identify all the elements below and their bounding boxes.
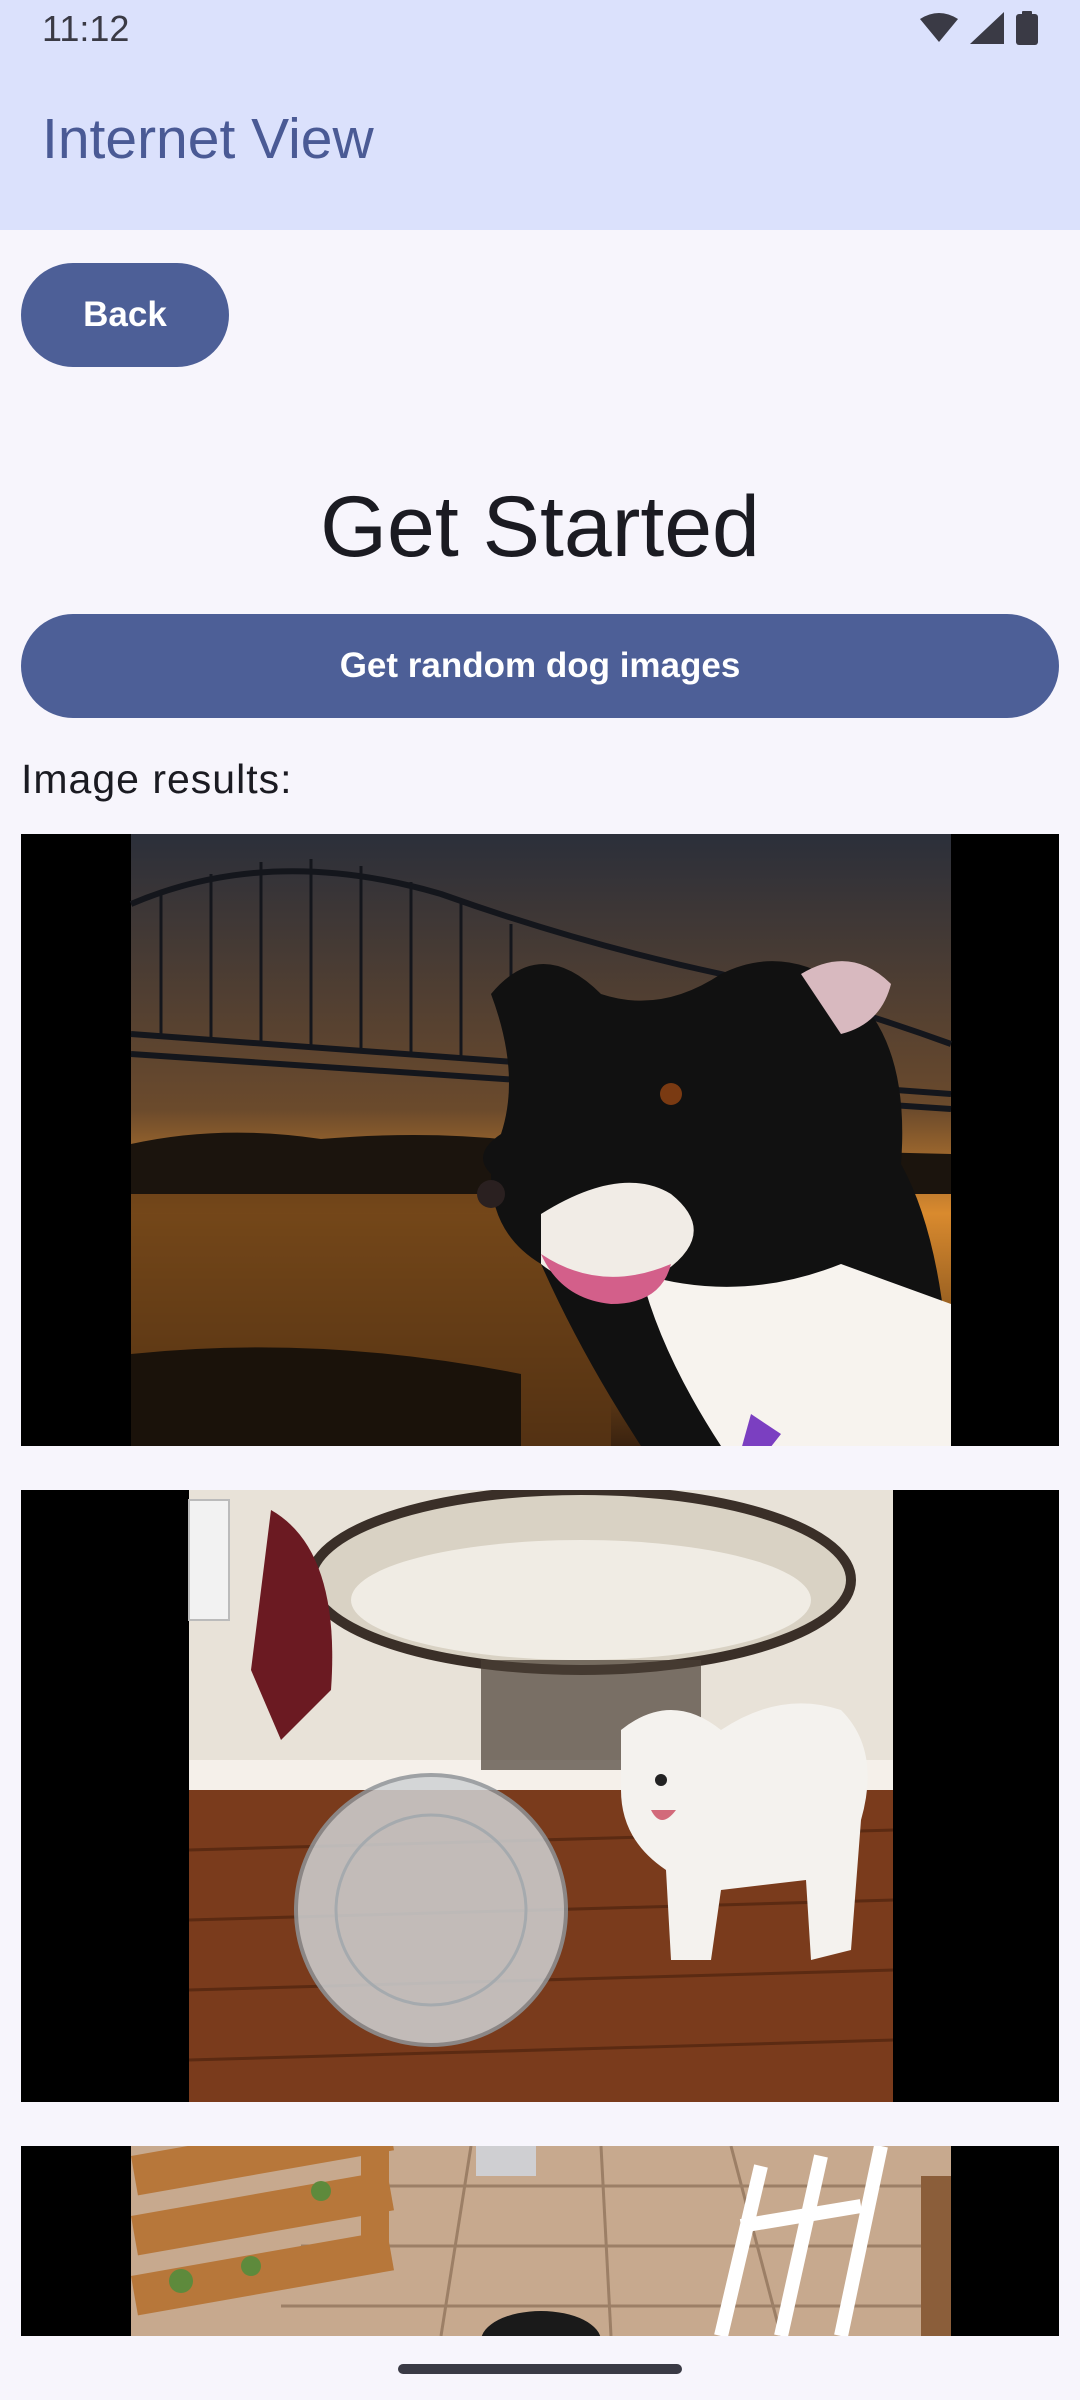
app-title: Internet View <box>42 107 374 171</box>
page-heading: Get Started <box>320 479 760 575</box>
image-results-label: Image results: <box>21 756 293 802</box>
status-icons <box>920 10 1038 50</box>
signal-icon <box>970 11 1004 49</box>
app-bar: Internet View <box>0 62 1080 230</box>
home-indicator[interactable] <box>398 2364 682 2374</box>
dog-image-1 <box>21 834 1059 1446</box>
status-time: 11:12 <box>42 8 130 49</box>
back-button[interactable]: Back <box>21 263 229 367</box>
wifi-icon <box>920 12 958 48</box>
dog-image-3 <box>21 2146 1059 2336</box>
battery-icon <box>1016 10 1038 50</box>
status-bar: 11:12 <box>0 0 1080 62</box>
dog-image-2 <box>21 1490 1059 2102</box>
get-random-dog-images-button[interactable]: Get random dog images <box>21 614 1059 718</box>
